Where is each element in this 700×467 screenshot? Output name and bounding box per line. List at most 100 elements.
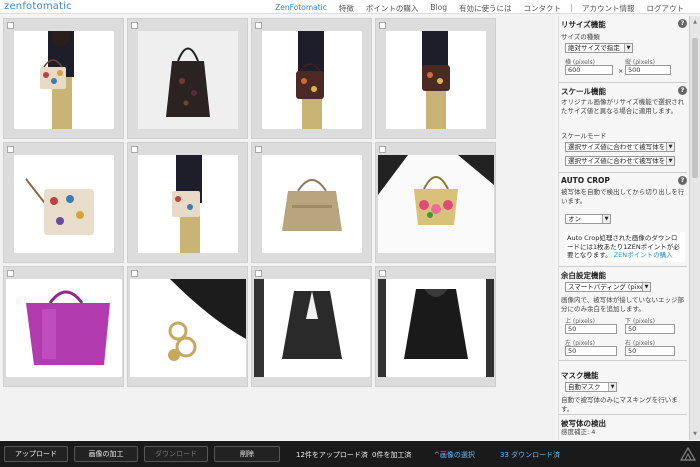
margin-description: 画像内で、被写体が接していないエッジ部分にのみ余白を追加します。 bbox=[561, 296, 685, 313]
mask-section: マスク機能 自動マスク ▼ 自動で被写体のみにマスキングを行います。 bbox=[561, 370, 687, 413]
downloaded-count[interactable]: 33 ダウンロード済 bbox=[500, 450, 560, 460]
thumbnail-cell[interactable] bbox=[3, 142, 124, 263]
times-sign: × bbox=[618, 67, 624, 75]
scrollbar-thumb[interactable] bbox=[692, 38, 698, 178]
thumbnail-cell[interactable] bbox=[127, 142, 248, 263]
thumbnail-cell[interactable] bbox=[251, 266, 372, 387]
autocrop-description: 被写体を自動で検出してから切り出しを行います。 bbox=[561, 188, 685, 205]
product-photo bbox=[254, 279, 370, 377]
product-photo bbox=[138, 155, 238, 253]
select-checkbox[interactable] bbox=[379, 146, 386, 153]
select-checkbox[interactable] bbox=[255, 22, 262, 29]
thumbnail-cell[interactable] bbox=[127, 18, 248, 139]
select-checkbox[interactable] bbox=[379, 270, 386, 277]
select-checkbox[interactable] bbox=[131, 22, 138, 29]
chevron-down-icon: ▼ bbox=[666, 143, 674, 151]
select-checkbox[interactable] bbox=[255, 270, 262, 277]
straw-bag-image bbox=[378, 155, 494, 253]
product-photo bbox=[262, 31, 362, 129]
bottom-toolbar: アップロード 画像の加工 ダウンロード 削除 12件をアップロード済 0件を加工… bbox=[0, 441, 700, 467]
width-field[interactable]: 600 bbox=[565, 65, 613, 75]
autocrop-select[interactable]: オン ▼ bbox=[565, 214, 611, 224]
scroll-down-icon[interactable]: ▼ bbox=[692, 431, 698, 437]
select-checkbox[interactable] bbox=[7, 270, 14, 277]
size-type-label: サイズの種類 bbox=[561, 33, 600, 41]
select-images-link[interactable]: ^画像の選択 bbox=[434, 450, 475, 460]
scale-mode-value-2: 選択サイズ値に合わせて被写体を bbox=[568, 157, 666, 165]
thumbnail-cell[interactable] bbox=[251, 18, 372, 139]
thumbnail-cell[interactable] bbox=[3, 18, 124, 139]
detect-title: 被写体の検出 bbox=[561, 419, 606, 428]
divider bbox=[559, 82, 687, 83]
upload-button[interactable]: アップロード bbox=[4, 446, 68, 462]
product-photo bbox=[138, 31, 238, 129]
app-corner-icon bbox=[680, 447, 696, 461]
top-bar: zenfotomatic ZenFotomatic 特徴 ポイントの購入 Blo… bbox=[0, 0, 700, 14]
nav-buy-points[interactable]: ポイントの購入 bbox=[360, 3, 425, 14]
scale-mode-select-2[interactable]: 選択サイズ値に合わせて被写体を ▼ bbox=[565, 156, 675, 166]
nav-blog[interactable]: Blog bbox=[424, 3, 453, 14]
chevron-down-icon: ▼ bbox=[624, 44, 632, 52]
margin-mode-select[interactable]: スマートパディング (pixels) ▼ bbox=[565, 282, 651, 292]
scale-mode-select[interactable]: 選択サイズ値に合わせて被写体を ▼ bbox=[565, 142, 675, 152]
logo[interactable]: zenfotomatic bbox=[4, 1, 72, 12]
margin-left-field[interactable]: 50 bbox=[565, 346, 617, 356]
scroll-up-icon[interactable]: ▲ bbox=[692, 19, 698, 25]
select-checkbox[interactable] bbox=[131, 270, 138, 277]
select-checkbox[interactable] bbox=[379, 22, 386, 29]
thumbnail-cell[interactable] bbox=[375, 18, 496, 139]
margin-bottom-field[interactable]: 50 bbox=[625, 324, 675, 334]
divider bbox=[559, 414, 687, 415]
nav-logout[interactable]: ログアウト bbox=[641, 3, 691, 14]
woman-with-bag-image bbox=[422, 31, 450, 129]
height-field[interactable]: 500 bbox=[625, 65, 671, 75]
thumbnail-cell[interactable] bbox=[375, 266, 496, 387]
chevron-down-icon: ▼ bbox=[602, 215, 610, 223]
select-checkbox[interactable] bbox=[131, 146, 138, 153]
margin-right-field[interactable]: 50 bbox=[625, 346, 675, 356]
nav-features[interactable]: 特徴 bbox=[333, 3, 360, 14]
panel-scrollbar[interactable]: ▲ ▼ bbox=[689, 16, 700, 440]
divider bbox=[559, 172, 687, 173]
nav-howto[interactable]: 有効に使うには bbox=[453, 3, 518, 14]
nav-account[interactable]: アカウント情報 bbox=[576, 3, 641, 14]
autocrop-note: Auto Crop処理された画像のダウンロードには1枚あたり1ZENポイントが必… bbox=[565, 232, 685, 262]
download-button[interactable]: ダウンロード bbox=[144, 446, 208, 462]
chevron-down-icon: ▼ bbox=[608, 383, 616, 391]
section-title: マスク機能 bbox=[561, 370, 687, 381]
select-checkbox[interactable] bbox=[255, 146, 262, 153]
section-title: リサイズ機能? bbox=[561, 19, 687, 30]
beige-tote-image bbox=[282, 179, 342, 231]
thumbnail-cell[interactable] bbox=[251, 142, 372, 263]
woman-with-bag-image bbox=[40, 31, 74, 129]
chevron-down-icon: ▼ bbox=[642, 283, 650, 291]
size-type-select[interactable]: 絶対サイズで指定 ▼ bbox=[565, 43, 633, 53]
select-checkbox[interactable] bbox=[7, 146, 14, 153]
nav-contact[interactable]: コンタクト bbox=[518, 3, 568, 14]
autocrop-section: AUTO CROP? 被写体を自動で検出してから切り出しを行います。 オン ▼ A… bbox=[561, 176, 687, 262]
nav-zenfotomatic[interactable]: ZenFotomatic bbox=[269, 3, 333, 14]
uploaded-count: 12件をアップロード済 bbox=[296, 451, 368, 459]
thumbnail-cell[interactable] bbox=[127, 266, 248, 387]
margin-title: 余白設定機能 bbox=[561, 271, 606, 280]
buy-points-link[interactable]: ZENポイントの購入 bbox=[614, 251, 673, 259]
scale-mode-value: 選択サイズ値に合わせて被写体を bbox=[568, 143, 666, 151]
mask-select[interactable]: 自動マスク ▼ bbox=[565, 382, 617, 392]
purple-bag-image bbox=[26, 290, 110, 365]
chevron-down-icon: ▼ bbox=[666, 157, 674, 165]
help-icon[interactable]: ? bbox=[678, 86, 687, 95]
product-photo bbox=[378, 279, 494, 377]
woman-with-bag-image bbox=[296, 31, 324, 129]
select-checkbox[interactable] bbox=[7, 22, 14, 29]
process-button[interactable]: 画像の加工 bbox=[74, 446, 138, 462]
help-icon[interactable]: ? bbox=[678, 19, 687, 28]
margin-top-field[interactable]: 50 bbox=[565, 324, 617, 334]
thumbnail-cell[interactable] bbox=[375, 142, 496, 263]
delete-button[interactable]: 削除 bbox=[214, 446, 280, 462]
autocrop-value: オン bbox=[568, 215, 581, 223]
thumbnail-cell[interactable] bbox=[3, 266, 124, 387]
settings-panel: リサイズ機能? サイズの種類 絶対サイズで指定 ▼ 横 (pixels) 600 … bbox=[558, 16, 688, 440]
help-icon[interactable]: ? bbox=[678, 176, 687, 185]
divider bbox=[559, 266, 687, 267]
dark-handbag-image bbox=[166, 47, 210, 117]
